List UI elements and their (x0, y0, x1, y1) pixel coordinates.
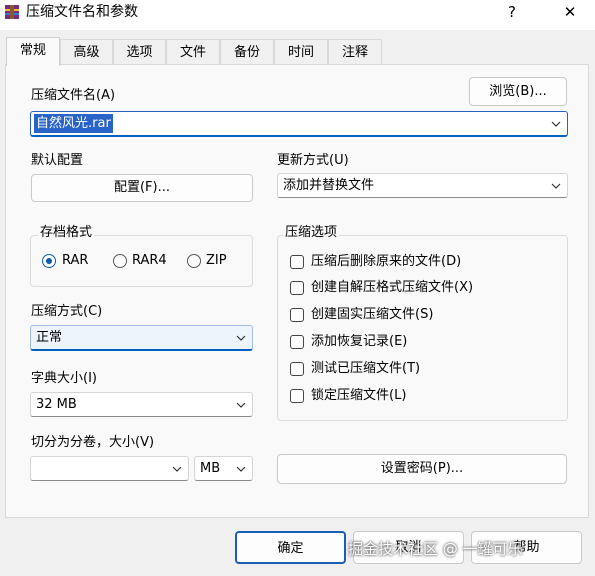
test-archive-label: 测试已压缩文件(T) (311, 361, 421, 376)
archive-name-combo[interactable]: 自然风光.rar (30, 111, 568, 137)
rar-radio[interactable] (42, 254, 56, 268)
rar-radio-label: RAR (62, 253, 89, 268)
tab-general[interactable]: 常规 (6, 37, 60, 66)
split-unit-value: MB (200, 461, 221, 476)
split-unit-select[interactable]: MB (194, 456, 253, 481)
chevron-down-icon (551, 121, 561, 127)
update-mode-select[interactable]: 添加并替换文件 (277, 173, 568, 198)
winrar-app-icon (5, 5, 19, 19)
window-title: 压缩文件名和参数 (26, 4, 138, 20)
lock-archive-label: 锁定压缩文件(L) (311, 388, 407, 403)
archive-format-label: 存档格式 (38, 224, 95, 242)
tab-options[interactable]: 选项 (113, 39, 166, 64)
chevron-down-icon (236, 402, 246, 408)
set-password-button[interactable]: 设置密码(P)... (277, 454, 567, 484)
delete-after-checkbox[interactable] (290, 255, 304, 269)
split-size-input[interactable] (30, 456, 189, 481)
help-title-button[interactable]: ? (497, 0, 527, 24)
compression-method-value: 正常 (36, 330, 63, 345)
tab-files[interactable]: 文件 (166, 39, 220, 64)
dictionary-size-label: 字典大小(I) (31, 371, 97, 386)
tab-backup[interactable]: 备份 (220, 39, 274, 64)
split-volumes-label: 切分为分卷，大小(V) (31, 435, 155, 450)
update-mode-value: 添加并替换文件 (283, 178, 375, 193)
compression-method-select[interactable]: 正常 (30, 325, 253, 351)
tab-advanced[interactable]: 高级 (60, 39, 113, 64)
profiles-button[interactable]: 配置(F)... (31, 174, 253, 202)
watermark-text: 掘金技术社区 @ 一罐可乐 (348, 540, 523, 558)
rar4-radio-label: RAR4 (132, 253, 167, 268)
zip-radio-label: ZIP (206, 253, 227, 268)
rar4-radio[interactable] (113, 254, 127, 268)
update-mode-label: 更新方式(U) (277, 153, 349, 168)
dictionary-size-value: 32 MB (36, 397, 77, 412)
zip-radio[interactable] (187, 254, 201, 268)
archive-name-value: 自然风光.rar (34, 114, 113, 133)
title-bar: 压缩文件名和参数 ? ✕ (0, 0, 595, 30)
chevron-down-icon (172, 466, 182, 472)
solid-label: 创建固实压缩文件(S) (311, 307, 434, 322)
sfx-checkbox[interactable] (290, 281, 304, 295)
recovery-record-label: 添加恢复记录(E) (311, 334, 408, 349)
sfx-label: 创建自解压格式压缩文件(X) (311, 280, 474, 295)
tab-strip: 常规 高级 选项 文件 备份 时间 注释 (0, 37, 595, 66)
compression-method-label: 压缩方式(C) (31, 304, 103, 319)
recovery-record-checkbox[interactable] (290, 335, 304, 349)
lock-archive-checkbox[interactable] (290, 389, 304, 403)
chevron-down-icon (551, 183, 561, 189)
delete-after-label: 压缩后删除原来的文件(D) (311, 254, 462, 269)
chevron-down-icon (236, 335, 246, 341)
archive-name-label: 压缩文件名(A) (31, 88, 116, 103)
solid-checkbox[interactable] (290, 308, 304, 322)
close-window-button[interactable]: ✕ (550, 0, 590, 24)
dictionary-size-select[interactable]: 32 MB (30, 392, 253, 417)
chevron-down-icon (236, 466, 246, 472)
default-profile-label: 默认配置 (31, 153, 84, 168)
ok-button[interactable]: 确定 (235, 531, 346, 564)
archiving-options-label: 压缩选项 (283, 224, 340, 242)
tab-time[interactable]: 时间 (274, 39, 328, 64)
browse-button[interactable]: 浏览(B)... (469, 77, 567, 106)
tab-comment[interactable]: 注释 (328, 39, 382, 64)
test-archive-checkbox[interactable] (290, 362, 304, 376)
